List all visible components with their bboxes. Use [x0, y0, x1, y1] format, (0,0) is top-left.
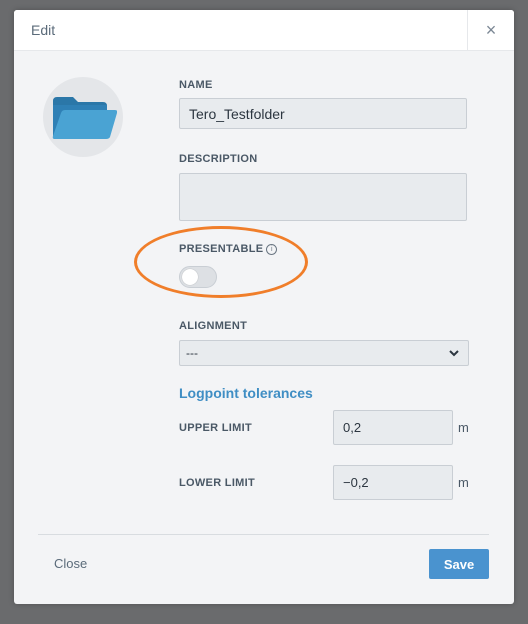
alignment-label: ALIGNMENT — [179, 320, 248, 332]
lower-limit-input[interactable] — [333, 465, 453, 500]
close-button[interactable]: Close — [54, 556, 87, 571]
description-input[interactable] — [179, 173, 467, 221]
alignment-select[interactable]: --- — [179, 340, 469, 366]
presentable-toggle[interactable] — [179, 266, 217, 288]
folder-avatar — [43, 77, 123, 157]
lower-limit-unit: m — [458, 475, 469, 490]
logpoint-tolerances-title: Logpoint tolerances — [179, 385, 313, 401]
dialog-title: Edit — [31, 22, 56, 38]
folder-icon — [52, 97, 117, 139]
description-label: DESCRIPTION — [179, 153, 258, 165]
chevron-down-icon — [449, 350, 459, 357]
upper-limit-input[interactable] — [333, 410, 453, 445]
toggle-knob — [182, 269, 198, 285]
upper-limit-unit: m — [458, 420, 469, 435]
alignment-value: --- — [186, 346, 198, 360]
footer-divider — [38, 534, 489, 535]
presentable-label: PRESENTABLE i — [179, 243, 278, 255]
lower-limit-label: LOWER LIMIT — [179, 477, 256, 489]
edit-dialog: Edit × NAME DESCRIPTION PRESENTABLEi ALI… — [14, 10, 514, 604]
info-icon[interactable]: i — [266, 244, 278, 255]
dialog-header: Edit × — [14, 10, 514, 51]
name-input[interactable] — [179, 98, 467, 129]
save-button[interactable]: Save — [429, 549, 489, 579]
upper-limit-label: UPPER LIMIT — [179, 422, 252, 434]
presentable-label-text: PRESENTABLE — [179, 243, 264, 255]
name-label: NAME — [179, 79, 213, 91]
close-icon[interactable]: × — [467, 10, 514, 50]
annotation-highlight-ellipse — [134, 226, 308, 298]
